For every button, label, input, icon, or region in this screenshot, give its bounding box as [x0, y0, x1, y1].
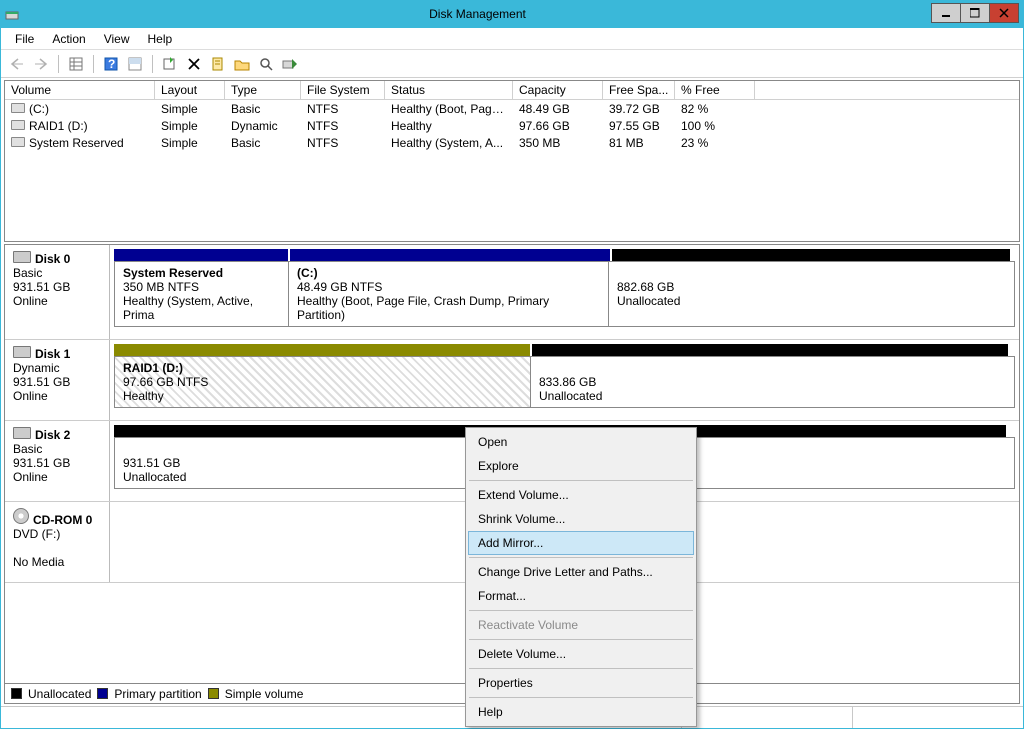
disk-label[interactable]: CD-ROM 0 DVD (F:)No Media: [5, 502, 110, 582]
disk-icon: [13, 346, 31, 358]
col-free[interactable]: Free Spa...: [603, 81, 675, 99]
partition[interactable]: 833.86 GBUnallocated: [531, 357, 1007, 407]
help-icon[interactable]: ?: [101, 54, 121, 74]
col-type[interactable]: Type: [225, 81, 301, 99]
context-menu: Open Explore Extend Volume... Shrink Vol…: [465, 427, 697, 727]
menu-file[interactable]: File: [7, 30, 42, 48]
properties-icon[interactable]: [208, 54, 228, 74]
delete-icon[interactable]: [184, 54, 204, 74]
disk-row: Disk 1 Dynamic931.51 GBOnlineRAID1 (D:)9…: [5, 340, 1019, 421]
forward-button[interactable]: [31, 54, 51, 74]
col-capacity[interactable]: Capacity: [513, 81, 603, 99]
volume-icon: [11, 137, 25, 147]
disk-row: Disk 0 Basic931.51 GBOnlineSystem Reserv…: [5, 245, 1019, 340]
toggle-icon[interactable]: [125, 54, 145, 74]
volume-row[interactable]: System Reserved SimpleBasicNTFS Healthy …: [5, 134, 1019, 151]
action-icon[interactable]: [280, 54, 300, 74]
disk-icon: [13, 251, 31, 263]
col-pct[interactable]: % Free: [675, 81, 755, 99]
volume-header: Volume Layout Type File System Status Ca…: [5, 81, 1019, 100]
partition[interactable]: 882.68 GBUnallocated: [609, 262, 1007, 326]
cd-icon: [13, 508, 29, 524]
disk-icon: [13, 427, 31, 439]
legend-swatch-unalloc: [11, 688, 22, 699]
legend-swatch-simple: [208, 688, 219, 699]
ctx-explore[interactable]: Explore: [468, 454, 694, 478]
volume-list: Volume Layout Type File System Status Ca…: [4, 80, 1020, 242]
search-icon[interactable]: [256, 54, 276, 74]
minimize-button[interactable]: [931, 3, 961, 23]
ctx-change-drive[interactable]: Change Drive Letter and Paths...: [468, 560, 694, 584]
partition[interactable]: System Reserved350 MB NTFSHealthy (Syste…: [115, 262, 289, 326]
volume-icon: [11, 103, 25, 113]
title-bar: Disk Management: [1, 0, 1023, 28]
menu-help[interactable]: Help: [140, 30, 181, 48]
menu-action[interactable]: Action: [44, 30, 93, 48]
disk-label[interactable]: Disk 1 Dynamic931.51 GBOnline: [5, 340, 110, 420]
toolbar: ?: [1, 50, 1023, 78]
legend-unallocated: Unallocated: [28, 687, 91, 701]
disk-graph: RAID1 (D:)97.66 GB NTFSHealthy 833.86 GB…: [110, 340, 1019, 420]
back-button[interactable]: [7, 54, 27, 74]
legend-swatch-primary: [97, 688, 108, 699]
app-icon: [1, 7, 23, 21]
partition[interactable]: RAID1 (D:)97.66 GB NTFSHealthy: [115, 357, 531, 407]
disk-graph: System Reserved350 MB NTFSHealthy (Syste…: [110, 245, 1019, 339]
col-layout[interactable]: Layout: [155, 81, 225, 99]
ctx-format[interactable]: Format...: [468, 584, 694, 608]
ctx-delete[interactable]: Delete Volume...: [468, 642, 694, 666]
ctx-shrink[interactable]: Shrink Volume...: [468, 507, 694, 531]
folder-icon[interactable]: [232, 54, 252, 74]
view-list-icon[interactable]: [66, 54, 86, 74]
ctx-add-mirror[interactable]: Add Mirror...: [468, 531, 694, 555]
ctx-extend[interactable]: Extend Volume...: [468, 483, 694, 507]
volume-row[interactable]: (C:) SimpleBasicNTFS Healthy (Boot, Page…: [5, 100, 1019, 117]
legend-simple: Simple volume: [225, 687, 304, 701]
ctx-open[interactable]: Open: [468, 430, 694, 454]
ctx-help[interactable]: Help: [468, 700, 694, 724]
menu-view[interactable]: View: [96, 30, 138, 48]
disk-label[interactable]: Disk 2 Basic931.51 GBOnline: [5, 421, 110, 501]
partition[interactable]: (C:)48.49 GB NTFSHealthy (Boot, Page Fil…: [289, 262, 609, 326]
close-button[interactable]: [989, 3, 1019, 23]
svg-text:?: ?: [108, 57, 115, 71]
refresh-icon[interactable]: [160, 54, 180, 74]
col-fs[interactable]: File System: [301, 81, 385, 99]
volume-row[interactable]: RAID1 (D:) SimpleDynamicNTFS Healthy97.6…: [5, 117, 1019, 134]
disk-label[interactable]: Disk 0 Basic931.51 GBOnline: [5, 245, 110, 339]
menu-bar: File Action View Help: [1, 28, 1023, 50]
ctx-reactivate: Reactivate Volume: [468, 613, 694, 637]
col-status[interactable]: Status: [385, 81, 513, 99]
legend-primary: Primary partition: [114, 687, 201, 701]
maximize-button[interactable]: [960, 3, 990, 23]
ctx-properties[interactable]: Properties: [468, 671, 694, 695]
volume-icon: [11, 120, 25, 130]
col-volume[interactable]: Volume: [5, 81, 155, 99]
window-title: Disk Management: [23, 7, 932, 21]
